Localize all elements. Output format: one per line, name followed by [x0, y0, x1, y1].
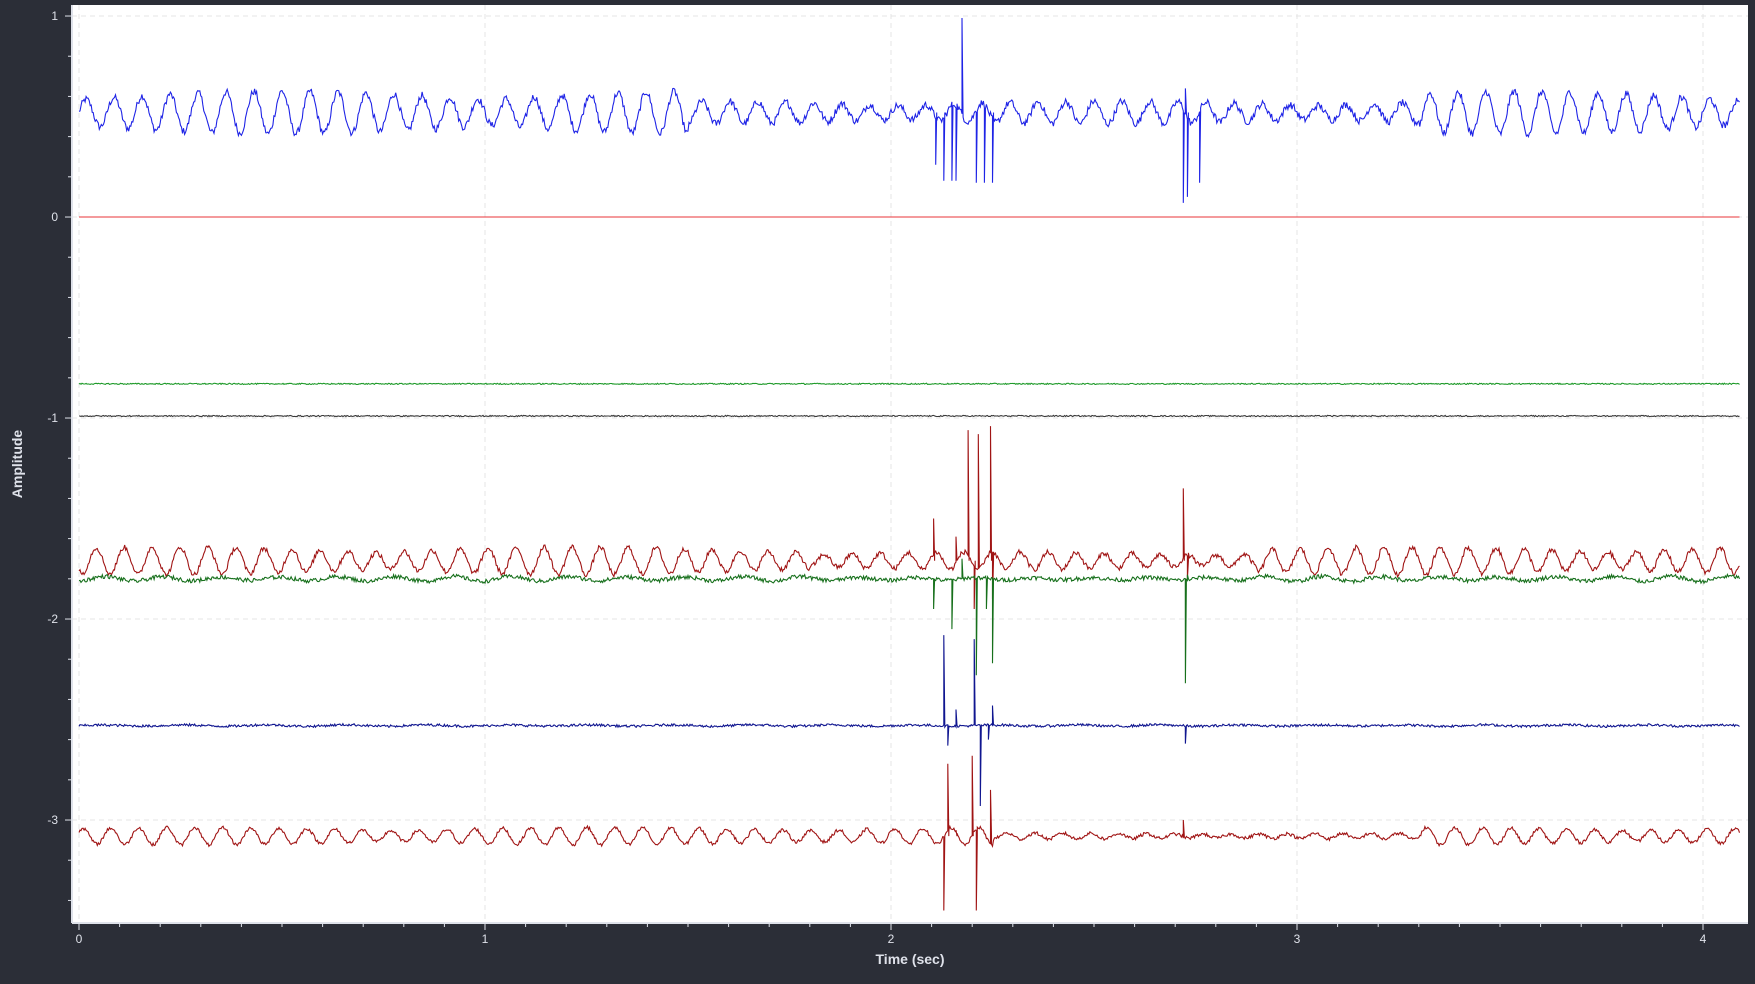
x-tick-label: 2 [888, 932, 895, 946]
y-tick-label: 0 [51, 210, 58, 224]
x-tick-label: 1 [482, 932, 489, 946]
x-tick-label: 0 [76, 932, 83, 946]
x-axis-label: Time (sec) [876, 951, 945, 967]
y-tick-label: 1 [51, 9, 58, 23]
chart-root: 0 1 2 3 4 1 0 -1 -2 -3 Time (sec) Amplitude [0, 0, 1755, 979]
x-tick-label: 3 [1294, 932, 1301, 946]
y-axis-label: Amplitude [9, 430, 25, 499]
y-tick-label: -1 [47, 411, 58, 425]
y-tick-label: -3 [47, 813, 58, 827]
x-tick-label: 4 [1700, 932, 1707, 946]
plot-area [72, 5, 1748, 923]
line-chart: 0 1 2 3 4 1 0 -1 -2 -3 Time (sec) Amplitude [9, 5, 1748, 967]
y-tick-label: -2 [47, 612, 58, 626]
